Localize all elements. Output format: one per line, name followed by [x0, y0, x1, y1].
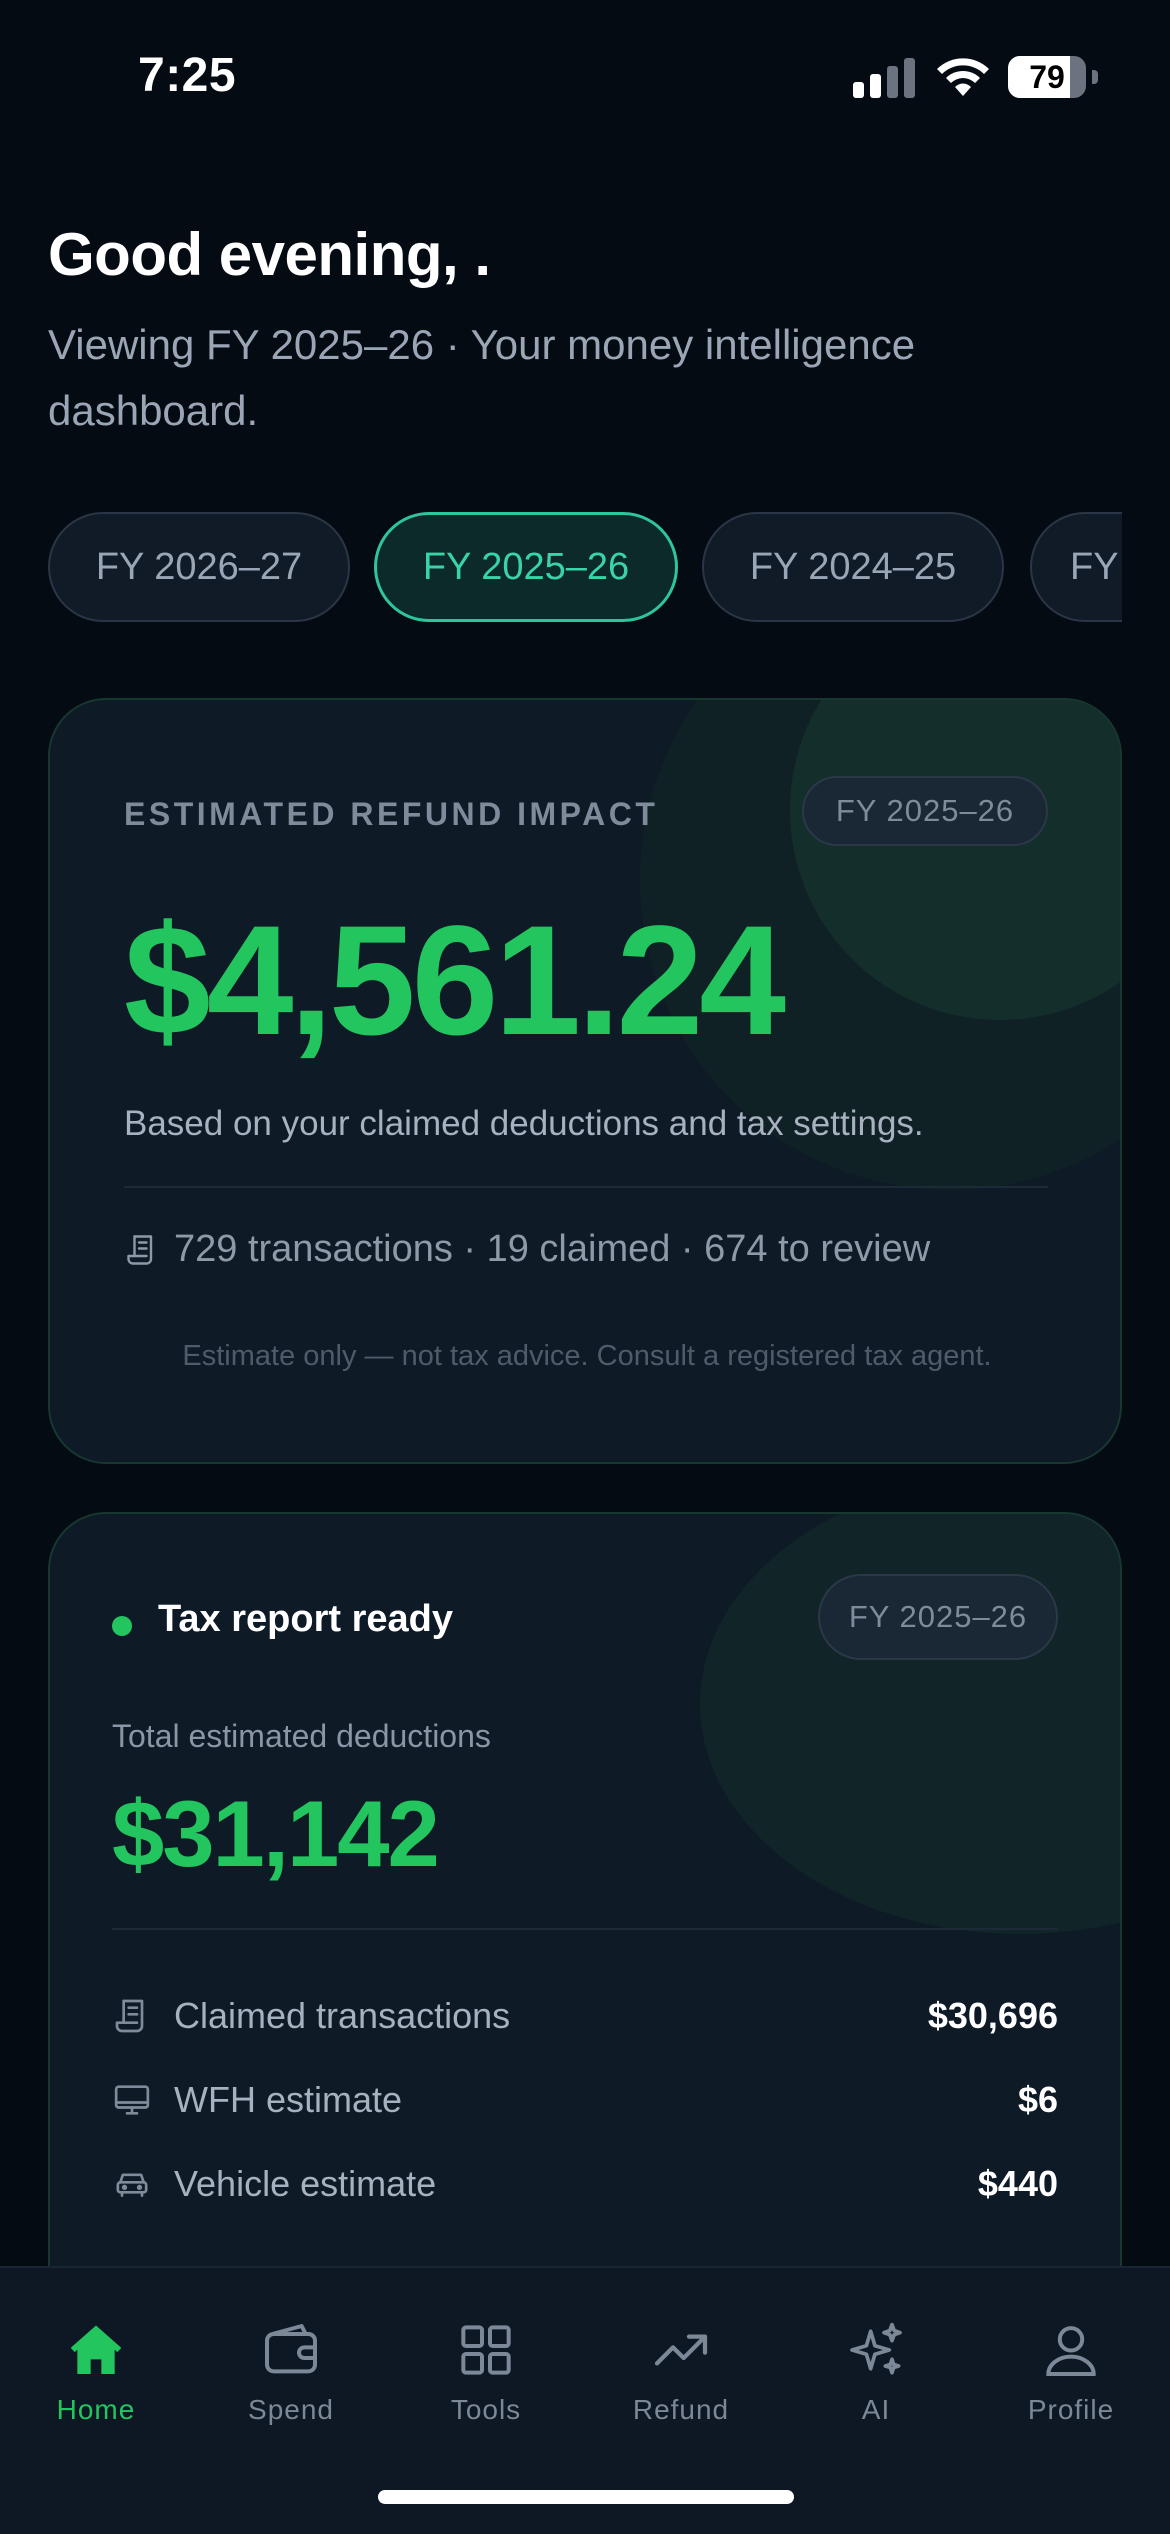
fy-chip-scroller[interactable]: FY 2026–27 FY 2025–26 FY 2024–25 FY 2023… — [48, 512, 1122, 626]
tab-label: Home — [56, 2394, 136, 2425]
tab-home[interactable]: Home — [16, 2318, 176, 2448]
tab-tools[interactable]: Tools — [406, 2318, 566, 2448]
row-value: $6 — [1017, 2079, 1058, 2120]
fy-badge: FY 2025–26 — [818, 1574, 1058, 1660]
tab-label: Tools — [450, 2394, 522, 2425]
row-label: Vehicle estimate — [174, 2163, 437, 2204]
tab-ai[interactable]: AI — [796, 2318, 956, 2448]
tax-report-card[interactable]: Tax report ready FY 2025–26 Total estima… — [48, 1512, 1122, 2332]
report-status-title: Tax report ready — [158, 1598, 453, 1640]
refund-impact-label: ESTIMATED REFUND IMPACT — [124, 796, 659, 832]
refund-amount: $4,561.24 — [124, 894, 786, 1068]
tab-spend[interactable]: Spend — [211, 2318, 371, 2448]
fy-chip-2023-24[interactable]: FY 2023–24 — [1030, 512, 1122, 622]
refund-description: Based on your claimed deductions and tax… — [124, 1104, 924, 1143]
deduction-row-vehicle: Vehicle estimate $440 — [112, 2154, 1058, 2214]
home-indicator — [378, 2490, 794, 2504]
deduction-row-claimed: Claimed transactions $30,696 — [112, 1986, 1058, 2046]
fy-badge: FY 2025–26 — [802, 776, 1048, 846]
receipt-icon — [115, 1999, 144, 2033]
deduction-row-wfh: WFH estimate $6 — [112, 2070, 1058, 2130]
wifi-icon — [937, 58, 989, 96]
fy-chip-2024-25[interactable]: FY 2024–25 — [702, 512, 1004, 622]
row-value: $440 — [977, 2163, 1058, 2204]
disclaimer-text: Estimate only — not tax advice. Consult … — [182, 1340, 992, 1372]
greeting-title: Good evening, . — [48, 221, 491, 288]
tab-label: Spend — [248, 2394, 334, 2425]
card-divider — [124, 1186, 1048, 1188]
status-time: 7:25 — [138, 49, 237, 102]
monitor-icon — [114, 2085, 150, 2115]
tab-refund[interactable]: Refund — [601, 2318, 761, 2448]
trending-up-icon — [654, 2334, 708, 2366]
battery-percent: 79 — [1029, 59, 1065, 95]
tab-label: Profile — [1027, 2394, 1115, 2425]
row-label: Claimed transactions — [174, 1995, 511, 2036]
card-divider — [112, 1928, 1058, 1930]
fy-chip-2025-26[interactable]: FY 2025–26 — [374, 512, 678, 622]
transaction-stats-text: 729 transactions · 19 claimed · 674 to r… — [174, 1228, 931, 1270]
home-icon — [70, 2325, 122, 2374]
tab-label: Refund — [632, 2394, 730, 2425]
greeting-subtitle: Viewing FY 2025–26 · Your money intellig… — [48, 321, 916, 434]
wallet-icon — [265, 2324, 317, 2374]
status-dot — [112, 1616, 132, 1636]
battery-icon: 79 — [1008, 56, 1098, 98]
car-icon — [116, 2173, 148, 2197]
user-icon — [1046, 2326, 1096, 2376]
total-deductions-amount: $31,142 — [112, 1781, 440, 1886]
tab-label: AI — [861, 2394, 891, 2425]
cellular-signal-icon — [853, 58, 915, 98]
grid-icon — [461, 2325, 511, 2375]
tab-profile[interactable]: Profile — [991, 2318, 1151, 2448]
transaction-stats: 729 transactions · 19 claimed · 674 to r… — [124, 1228, 930, 1271]
total-deductions-label: Total estimated deductions — [112, 1718, 491, 1754]
row-label: WFH estimate — [174, 2079, 403, 2120]
refund-impact-card[interactable]: ESTIMATED REFUND IMPACT FY 2025–26 $4,56… — [48, 698, 1122, 1464]
sparkles-icon — [850, 2322, 902, 2375]
receipt-icon — [127, 1234, 153, 1265]
fy-chip-2026-27[interactable]: FY 2026–27 — [48, 512, 350, 622]
row-value: $30,696 — [927, 1995, 1058, 2036]
